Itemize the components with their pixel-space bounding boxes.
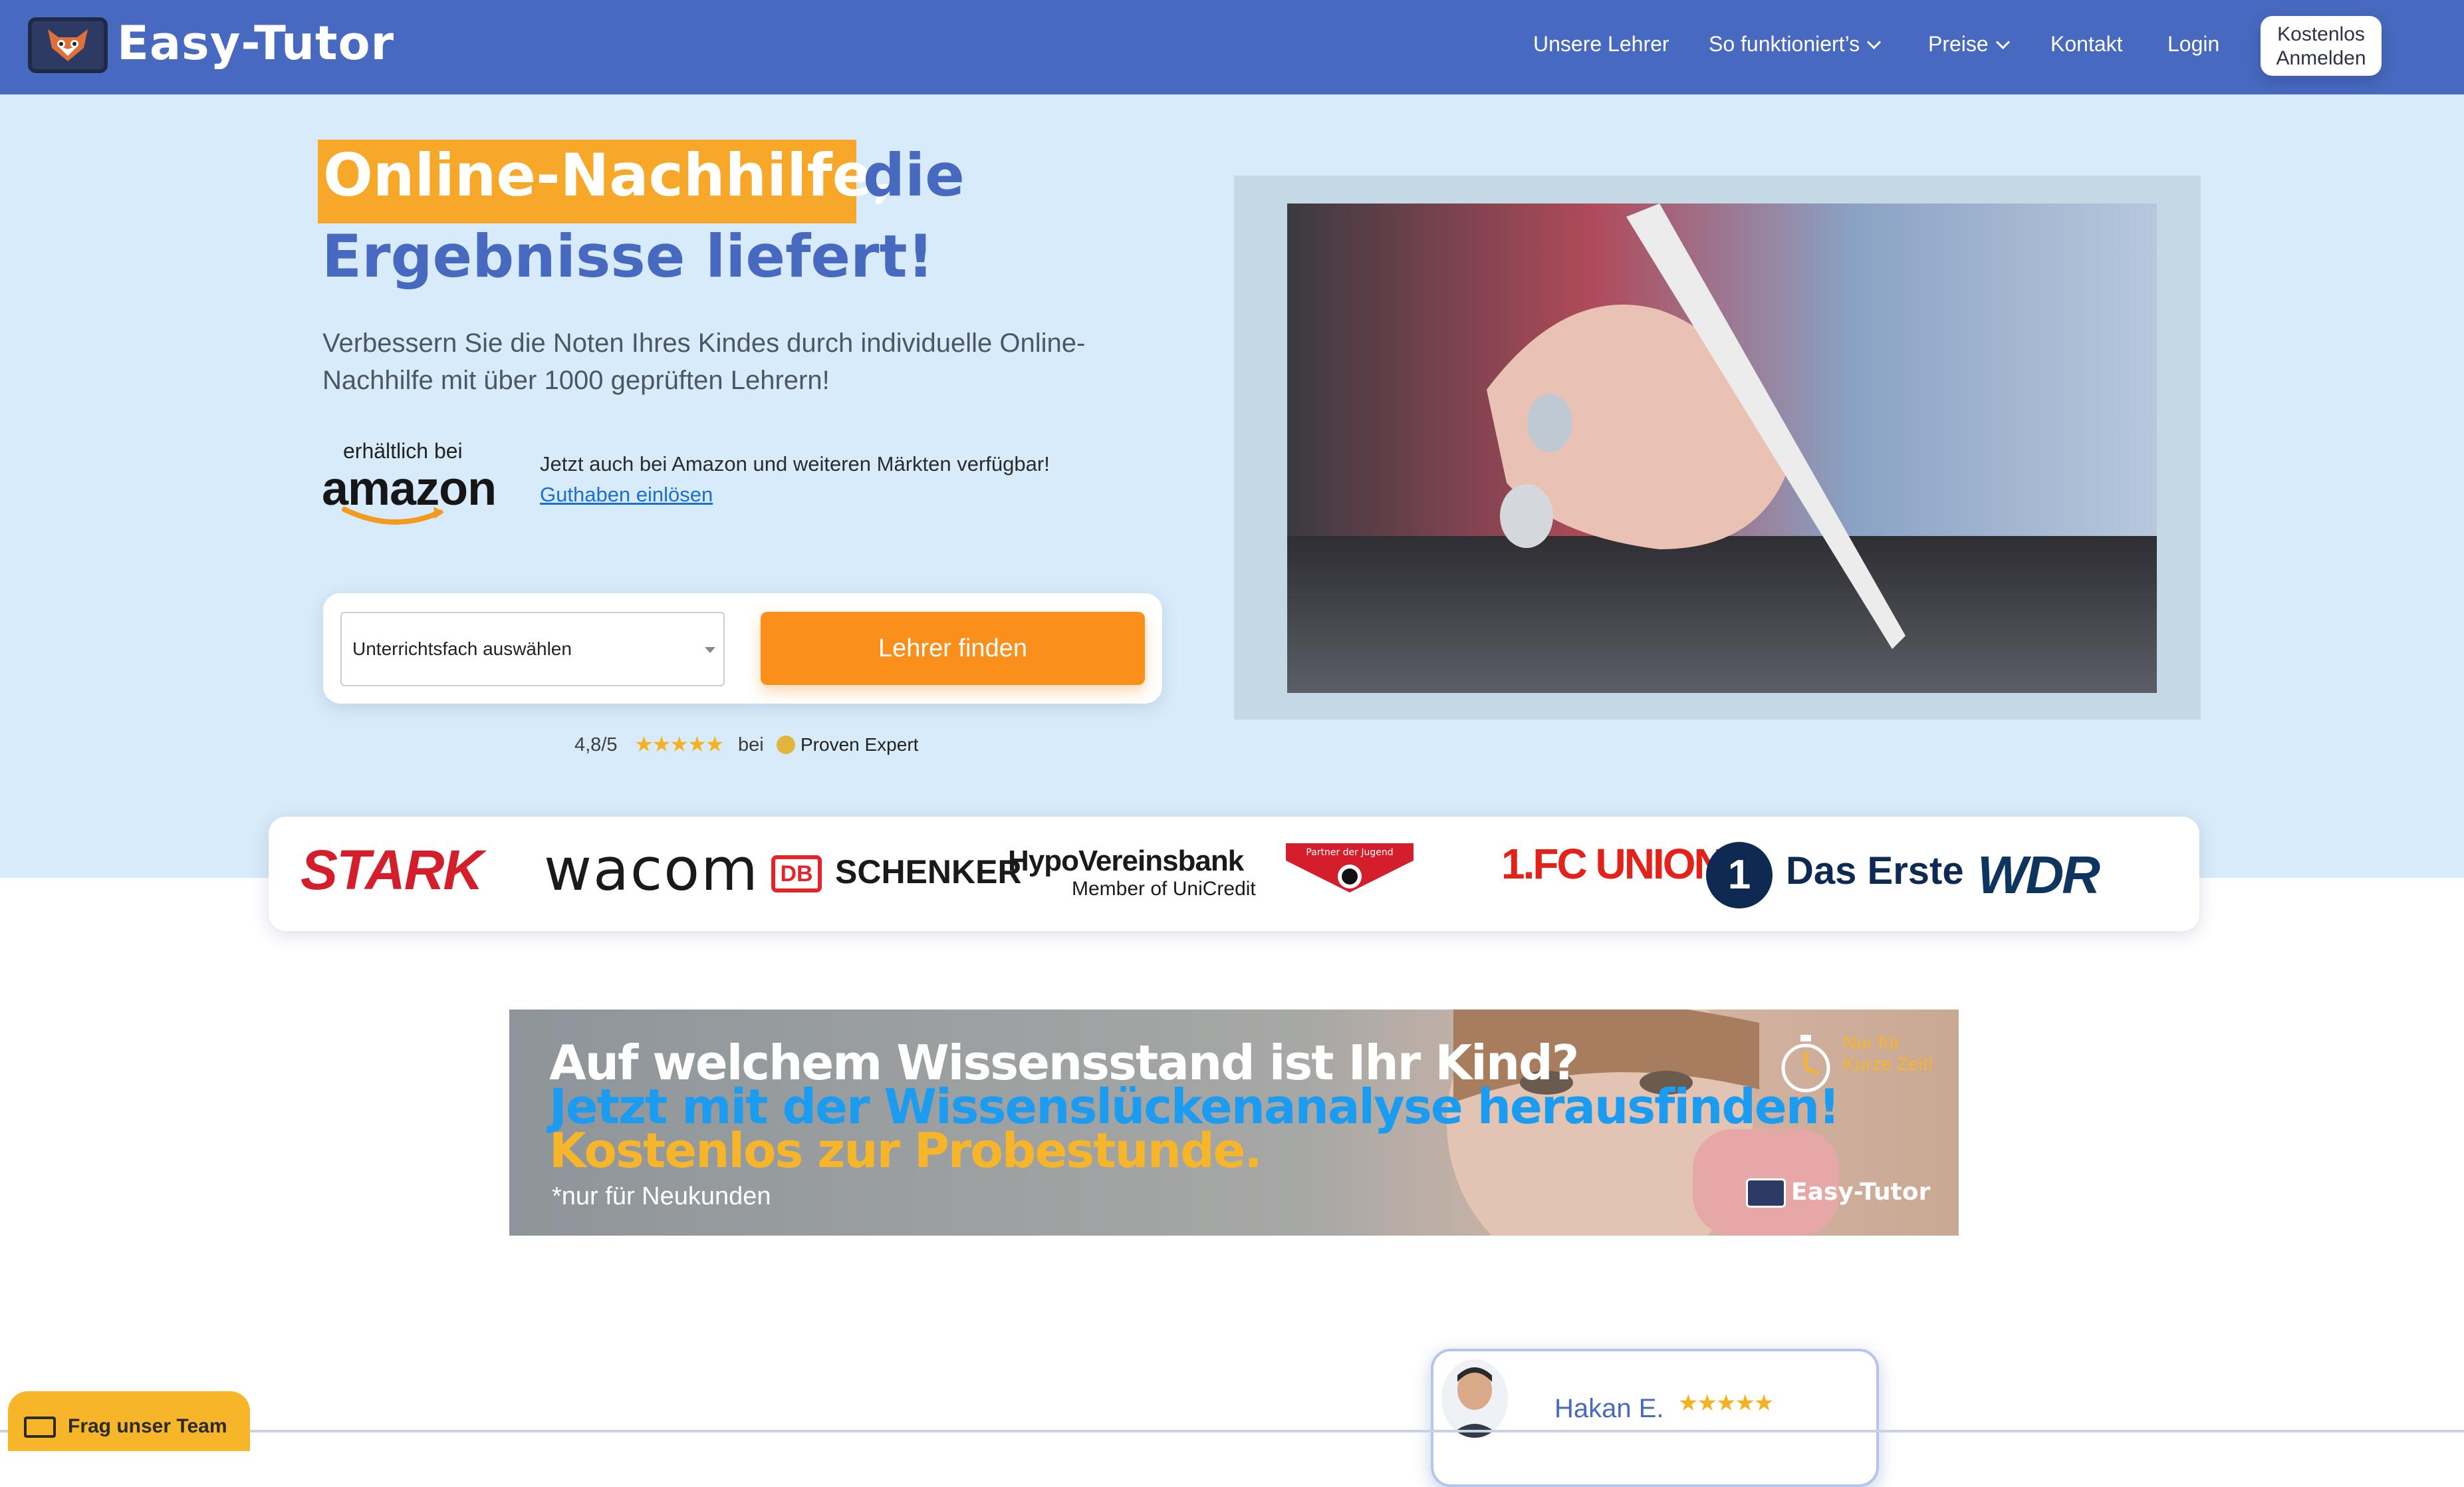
partner-logo-union: 1.FC UNION xyxy=(1501,840,1725,888)
hero-subtitle: Verbessern Sie die Noten Ihres Kindes du… xyxy=(322,329,1086,395)
nav-so-funktionierts-label: So funktioniert’s xyxy=(1709,32,1860,56)
amazon-availability-text: Jetzt auch bei Amazon und weiteren Märkt… xyxy=(540,452,1050,475)
headline-highlight: Online-Nachhilfe, xyxy=(323,141,894,209)
subject-select-value: Unterrichtsfach auswählen xyxy=(352,638,572,659)
hero-image-hand-writing xyxy=(1287,203,2157,693)
signup-button[interactable]: Kostenlos Anmelden xyxy=(2261,16,2382,76)
partner-logo-wdr: WDR xyxy=(1977,845,2100,904)
proven-expert-icon xyxy=(777,736,795,754)
signup-line1: Kostenlos xyxy=(2277,23,2365,45)
partner-logo-unicredit: Member of UniCredit xyxy=(1072,878,1256,900)
divider xyxy=(0,1430,2464,1432)
headline-rest: die xyxy=(863,141,965,209)
find-teacher-button[interactable]: Lehrer finden xyxy=(761,612,1145,685)
rating-stars-icon: ★★★★★ xyxy=(634,732,724,757)
ask-team-label: Frag unser Team xyxy=(68,1415,227,1437)
envelope-icon xyxy=(24,1417,56,1438)
banner-note: *nur für Neukunden xyxy=(552,1182,771,1210)
nav-unsere-lehrer[interactable]: Unsere Lehrer xyxy=(1533,32,1669,57)
teacher-name: Hakan E. xyxy=(1554,1394,1664,1423)
amazon-badge-small: erhältlich bei xyxy=(343,439,463,463)
rating-score: 4,8/5 xyxy=(574,734,618,755)
stopwatch-icon xyxy=(1781,1035,1830,1093)
headline-line2: Ergebnisse liefert! xyxy=(322,222,934,291)
banner-line3: Kostenlos zur Probestunde. xyxy=(549,1123,1263,1178)
bayer-partner-text: Partner der Jugend xyxy=(1306,847,1393,858)
amazon-smile-icon xyxy=(342,507,444,525)
partner-logo-db: DB xyxy=(771,855,822,892)
banner-logo-text: Easy-Tutor xyxy=(1791,1178,1931,1206)
das-erste-logo-icon: 1 xyxy=(1706,842,1773,908)
partner-logo-stark: STARK xyxy=(301,839,483,901)
nav-so-funktionierts[interactable]: So funktioniert’s xyxy=(1709,32,1882,57)
fox-icon xyxy=(48,29,88,61)
banner-logo-icon xyxy=(1746,1178,1786,1208)
signup-line2: Anmelden xyxy=(2276,47,2366,69)
teacher-rating-stars-icon: ★★★★★ xyxy=(1678,1390,1774,1417)
proven-expert-link[interactable]: Proven Expert xyxy=(801,734,918,755)
nav-kontakt[interactable]: Kontakt xyxy=(2050,32,2123,57)
caret-down-icon xyxy=(705,647,715,653)
partner-logo-hypovereinsbank: HypoVereinsbank xyxy=(1008,845,1244,877)
nav-preise[interactable]: Preise xyxy=(1928,32,2010,57)
rating-bei: bei xyxy=(738,734,764,755)
banner-limited-time: Nur für Kurze Zeit! xyxy=(1843,1032,1933,1074)
nav-login[interactable]: Login xyxy=(2167,32,2219,57)
nav-preise-label: Preise xyxy=(1928,32,1989,56)
chevron-down-icon xyxy=(1995,35,2010,50)
bayer-leverkusen-logo-icon: Partner der Jugend xyxy=(1286,843,1414,892)
partner-logo-wacom: wacom xyxy=(544,835,759,904)
redeem-credit-link[interactable]: Guthaben einlösen xyxy=(540,483,713,507)
chevron-down-icon xyxy=(1866,35,1882,50)
partner-logo-das-erste: Das Erste xyxy=(1786,849,1964,892)
partner-logo-schenker: SCHENKER xyxy=(835,853,1022,890)
brand-name[interactable]: Easy-Tutor xyxy=(117,16,394,70)
avatar xyxy=(1441,1359,1508,1438)
